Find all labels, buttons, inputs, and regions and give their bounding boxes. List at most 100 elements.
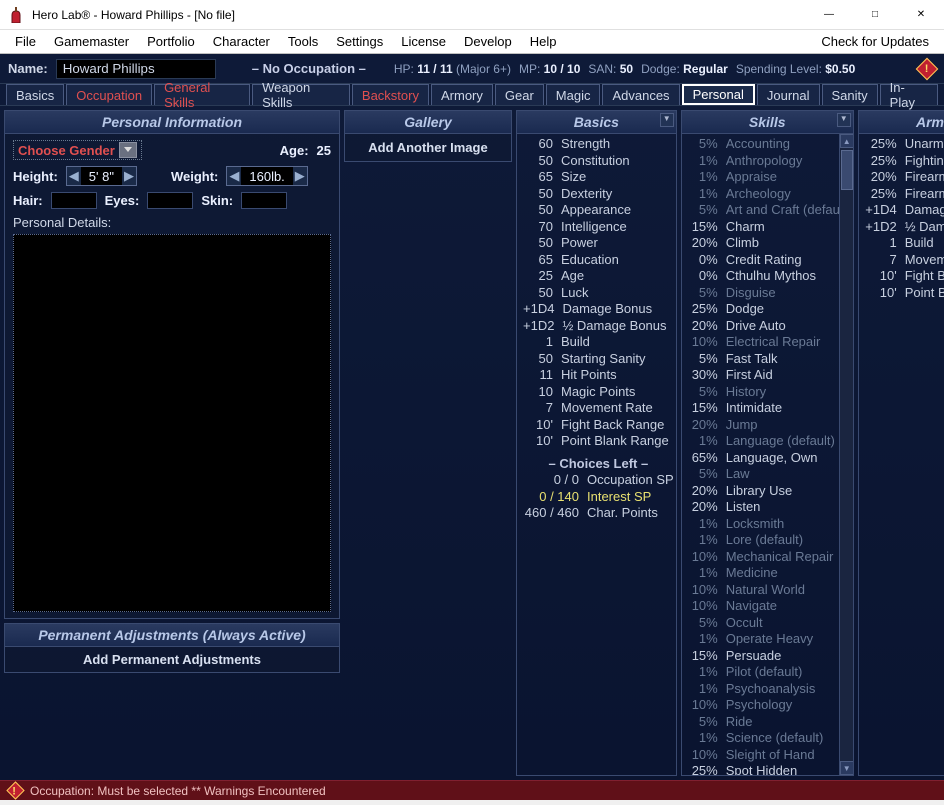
weight-spinner[interactable]: ◀ 160lb. ▶ bbox=[226, 166, 307, 186]
app-body: Name: – No Occupation – HP: 11 / 11 (Maj… bbox=[0, 54, 944, 780]
list-item: 1%Pilot (default) bbox=[686, 664, 853, 681]
hair-input[interactable] bbox=[51, 192, 97, 209]
list-item: 1%Science (default) bbox=[686, 730, 853, 747]
list-item: 7Movement Rate bbox=[521, 400, 676, 417]
menu-license[interactable]: License bbox=[392, 32, 455, 51]
permanent-adjustments-header: Permanent Adjustments (Always Active) bbox=[5, 624, 339, 647]
list-item: 7Movement Rate bbox=[863, 252, 944, 269]
basics-header: Basics ▼ bbox=[517, 111, 676, 134]
list-item: 50Appearance bbox=[521, 202, 676, 219]
menu-gamemaster[interactable]: Gamemaster bbox=[45, 32, 138, 51]
tab-gear[interactable]: Gear bbox=[495, 84, 544, 105]
menu-develop[interactable]: Develop bbox=[455, 32, 521, 51]
tab-in-play[interactable]: In-Play bbox=[880, 84, 938, 105]
maximize-button[interactable]: □ bbox=[852, 0, 898, 30]
list-item: 10'Point Blank Range bbox=[521, 433, 676, 450]
tab-magic[interactable]: Magic bbox=[546, 84, 601, 105]
chevron-right-icon[interactable]: ▶ bbox=[122, 167, 136, 185]
hair-label: Hair: bbox=[13, 193, 43, 208]
scroll-down-icon[interactable]: ▼ bbox=[840, 761, 853, 775]
personal-info-panel: Personal Information Choose Gender Age: … bbox=[4, 110, 340, 619]
list-item: 1%Archeology bbox=[686, 186, 853, 203]
eyes-input[interactable] bbox=[147, 192, 193, 209]
scroll-thumb[interactable] bbox=[841, 150, 853, 190]
list-item: 0%Credit Rating bbox=[686, 252, 853, 269]
close-button[interactable]: ✕ bbox=[898, 0, 944, 30]
skills-list[interactable]: 5%Accounting1%Anthropology1%Appraise1%Ar… bbox=[682, 134, 853, 775]
list-item: 5%Ride bbox=[686, 714, 853, 731]
tab-journal[interactable]: Journal bbox=[757, 84, 820, 105]
list-item: 10Magic Points bbox=[521, 384, 676, 401]
list-item: 20%Jump bbox=[686, 417, 853, 434]
list-item: 50Power bbox=[521, 235, 676, 252]
spend-stat: Spending Level: $0.50 bbox=[736, 62, 855, 76]
tab-advances[interactable]: Advances bbox=[602, 84, 679, 105]
basics-column: Basics ▼ 60Strength50Constitution65Size5… bbox=[516, 110, 677, 776]
armory-list: 25%Unarmed25%Fighting (Brawl)20%Firearms… bbox=[859, 134, 944, 775]
list-item: 50Starting Sanity bbox=[521, 351, 676, 368]
minimize-button[interactable]: — bbox=[806, 0, 852, 30]
tab-occupation[interactable]: Occupation bbox=[66, 84, 152, 105]
choices-left-header: – Choices Left – bbox=[521, 456, 676, 473]
tab-sanity[interactable]: Sanity bbox=[822, 84, 878, 105]
list-item: +1D2½ Damage Bonus bbox=[521, 318, 676, 335]
list-item: 30%First Aid bbox=[686, 367, 853, 384]
warning-icon bbox=[6, 782, 24, 800]
height-value: 5' 8" bbox=[81, 168, 122, 185]
height-spinner[interactable]: ◀ 5' 8" ▶ bbox=[66, 166, 137, 186]
list-item: 5%History bbox=[686, 384, 853, 401]
mp-stat: MP: 10 / 10 bbox=[519, 62, 580, 76]
tabs-bar: BasicsOccupationGeneral SkillsWeapon Ski… bbox=[0, 84, 944, 106]
personal-details-textarea[interactable] bbox=[13, 234, 331, 612]
scrollbar[interactable]: ▲ ▼ bbox=[839, 134, 853, 775]
list-item: 10%Mechanical Repair bbox=[686, 549, 853, 566]
menu-help[interactable]: Help bbox=[521, 32, 566, 51]
eyes-label: Eyes: bbox=[105, 193, 140, 208]
tab-basics[interactable]: Basics bbox=[6, 84, 64, 105]
age-value: 25 bbox=[317, 143, 331, 158]
menu-bar: FileGamemasterPortfolioCharacterToolsSet… bbox=[0, 30, 944, 54]
menu-tools[interactable]: Tools bbox=[279, 32, 327, 51]
list-item: 10%Psychology bbox=[686, 697, 853, 714]
add-permanent-adjustments-button[interactable]: Add Permanent Adjustments bbox=[5, 647, 339, 672]
collapse-button-icon[interactable]: ▼ bbox=[660, 113, 674, 127]
tab-general-skills[interactable]: General Skills bbox=[154, 84, 250, 105]
gallery-panel: Gallery Add Another Image bbox=[344, 110, 512, 162]
san-stat: SAN: 50 bbox=[588, 62, 633, 76]
warning-icon[interactable] bbox=[918, 60, 936, 78]
tab-weapon-skills[interactable]: Weapon Skills bbox=[252, 84, 350, 105]
menu-file[interactable]: File bbox=[6, 32, 45, 51]
list-item: 20%Firearms (Handgun) bbox=[863, 169, 944, 186]
check-for-updates[interactable]: Check for Updates bbox=[812, 32, 938, 51]
choose-gender-button[interactable]: Choose Gender bbox=[13, 140, 142, 160]
list-item: 1%Lore (default) bbox=[686, 532, 853, 549]
name-label: Name: bbox=[8, 61, 48, 76]
chevron-right-icon[interactable]: ▶ bbox=[293, 167, 307, 185]
list-item: 1%Anthropology bbox=[686, 153, 853, 170]
tab-backstory[interactable]: Backstory bbox=[352, 84, 429, 105]
list-item: +1D4Damage Bonus bbox=[521, 301, 676, 318]
collapse-button-icon[interactable]: ▼ bbox=[837, 113, 851, 127]
armory-header: Armory ▼ bbox=[859, 111, 944, 134]
name-input[interactable] bbox=[56, 59, 216, 79]
skin-input[interactable] bbox=[241, 192, 287, 209]
add-another-image-button[interactable]: Add Another Image bbox=[345, 134, 511, 161]
menu-portfolio[interactable]: Portfolio bbox=[138, 32, 204, 51]
scroll-up-icon[interactable]: ▲ bbox=[840, 134, 853, 148]
list-item: 20%Listen bbox=[686, 499, 853, 516]
list-item: 0%Cthulhu Mythos bbox=[686, 268, 853, 285]
chevron-left-icon[interactable]: ◀ bbox=[227, 167, 241, 185]
menu-character[interactable]: Character bbox=[204, 32, 279, 51]
tab-personal[interactable]: Personal bbox=[682, 84, 755, 105]
list-item: 15%Persuade bbox=[686, 648, 853, 665]
list-item: 1% Language (default) bbox=[686, 433, 853, 450]
menu-settings[interactable]: Settings bbox=[327, 32, 392, 51]
list-item: 10%Navigate bbox=[686, 598, 853, 615]
chevron-left-icon[interactable]: ◀ bbox=[67, 167, 81, 185]
gallery-header: Gallery bbox=[345, 111, 511, 134]
tab-armory[interactable]: Armory bbox=[431, 84, 493, 105]
age-label: Age: bbox=[280, 143, 309, 158]
weight-value: 160lb. bbox=[241, 168, 292, 185]
list-item: 15%Charm bbox=[686, 219, 853, 236]
list-item: +1D4Damage Bonus bbox=[863, 202, 944, 219]
